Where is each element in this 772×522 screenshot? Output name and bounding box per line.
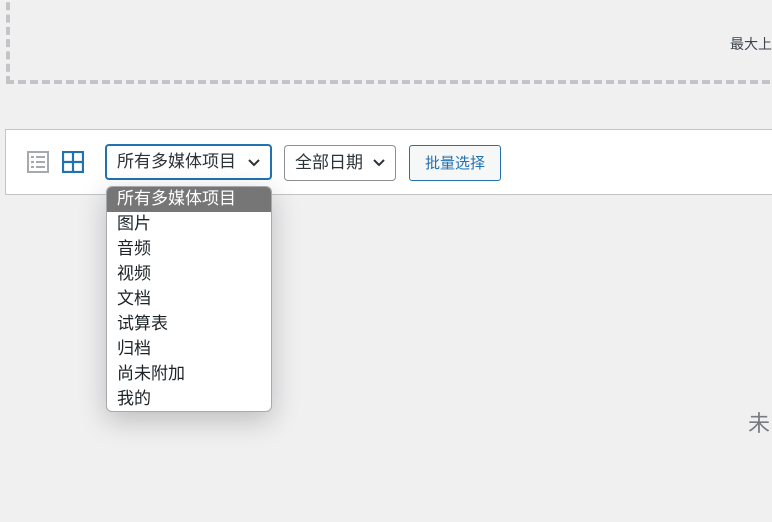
chevron-down-icon <box>373 159 385 167</box>
dropdown-option-archives[interactable]: 归档 <box>107 337 271 362</box>
list-view-icon-graphic <box>27 151 49 173</box>
date-filter-value: 全部日期 <box>295 153 363 173</box>
dropdown-option-all-media[interactable]: 所有多媒体项目 <box>107 187 271 212</box>
upload-drop-zone[interactable] <box>6 0 772 84</box>
dropdown-option-audio[interactable]: 音频 <box>107 237 271 262</box>
dropdown-option-mine[interactable]: 我的 <box>107 387 271 411</box>
bulk-select-button[interactable]: 批量选择 <box>409 145 501 181</box>
date-filter-select[interactable]: 全部日期 <box>284 145 396 181</box>
dropdown-option-video[interactable]: 视频 <box>107 262 271 287</box>
dropdown-option-spreadsheets[interactable]: 试算表 <box>107 312 271 337</box>
no-media-message: 未 <box>748 412 771 437</box>
grid-view-icon[interactable] <box>61 150 85 174</box>
dropdown-option-unattached[interactable]: 尚未附加 <box>107 362 271 387</box>
dropdown-option-images[interactable]: 图片 <box>107 212 271 237</box>
grid-view-icon-graphic <box>61 150 85 174</box>
media-type-filter-select[interactable]: 所有多媒体项目 <box>105 144 272 180</box>
media-type-filter-value: 所有多媒体项目 <box>117 152 236 172</box>
chevron-down-icon <box>248 159 260 167</box>
dropdown-option-documents[interactable]: 文档 <box>107 287 271 312</box>
max-upload-size-text: 最大上 <box>730 37 772 53</box>
media-type-dropdown-list: 所有多媒体项目 图片 音频 视频 文档 试算表 归档 尚未附加 我的 <box>106 186 272 412</box>
list-view-icon[interactable] <box>27 151 49 173</box>
